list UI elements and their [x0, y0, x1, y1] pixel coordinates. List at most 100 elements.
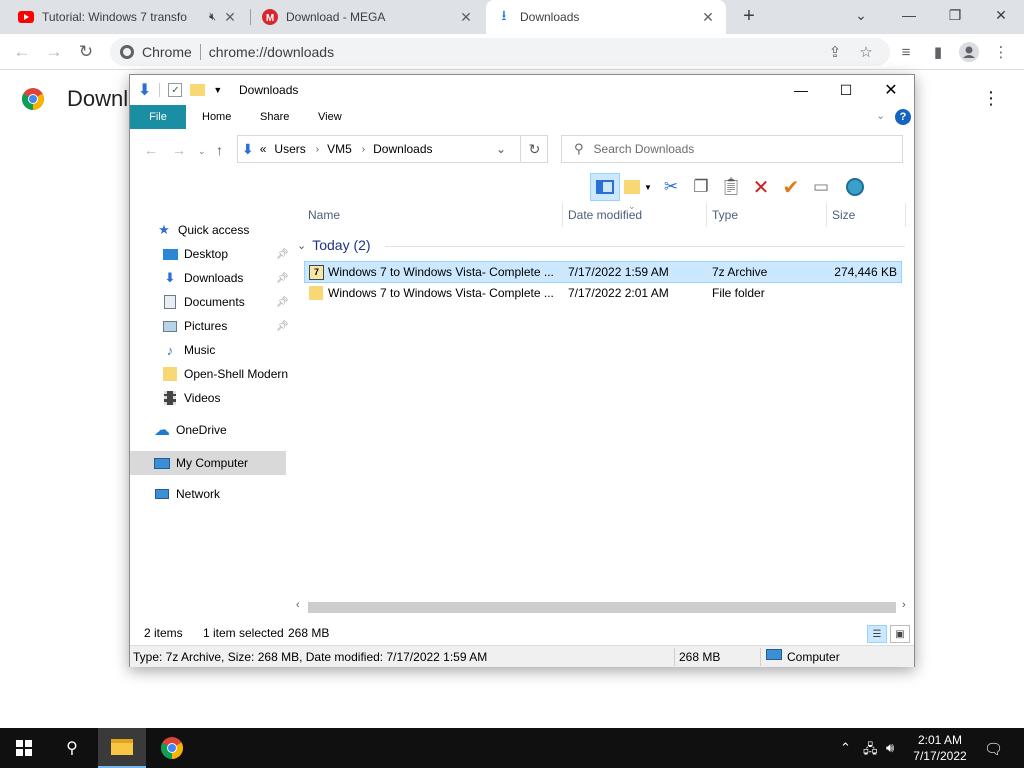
- refresh-button[interactable]: ↻: [520, 136, 548, 162]
- share-icon[interactable]: ⇪: [824, 41, 846, 63]
- back-arrow-icon[interactable]: ←: [144, 142, 158, 158]
- properties-icon[interactable]: ✓: [168, 83, 183, 97]
- tab-mega[interactable]: M Download - MEGA ✕: [252, 0, 484, 34]
- taskbar-file-explorer[interactable]: [98, 728, 146, 768]
- tab-downloads[interactable]: ⭳ Downloads ✕: [486, 0, 726, 34]
- nav-pictures[interactable]: Pictures 📌︎: [162, 315, 290, 337]
- new-tab-button[interactable]: +: [738, 5, 760, 27]
- preview-pane-icon[interactable]: [590, 173, 620, 201]
- qat-dropdown-icon[interactable]: ▼: [213, 85, 222, 95]
- column-separator[interactable]: [706, 203, 707, 227]
- file-type: File folder: [712, 286, 765, 300]
- address-dropdown-icon[interactable]: ⌄: [496, 142, 506, 156]
- column-size[interactable]: Size: [832, 203, 855, 227]
- crumb-overflow[interactable]: «: [260, 142, 267, 156]
- tab-youtube[interactable]: Tutorial: Windows 7 transfo 🔇︎ ✕: [8, 0, 248, 34]
- file-row-folder[interactable]: Windows 7 to Windows Vista- Complete ...…: [304, 283, 902, 305]
- page-more-icon[interactable]: ⋮: [982, 88, 1000, 109]
- column-separator[interactable]: [562, 203, 563, 227]
- mega-icon: M: [262, 9, 278, 25]
- nav-open-shell[interactable]: Open-Shell Modern: [162, 363, 290, 385]
- restore-button[interactable]: ❐: [932, 0, 978, 30]
- nav-my-computer[interactable]: My Computer: [130, 451, 286, 475]
- globe-icon[interactable]: [840, 173, 870, 201]
- navigation-pane: ★ Quick access Desktop 📌︎ ⬇ Downloads 📌︎…: [130, 203, 290, 601]
- scroll-left-icon[interactable]: ‹: [296, 599, 300, 611]
- forward-button[interactable]: →: [42, 40, 66, 64]
- volume-icon[interactable]: 🔊︎: [886, 740, 894, 756]
- copy-icon[interactable]: ❐: [686, 173, 716, 201]
- column-separator[interactable]: [905, 203, 906, 227]
- details-view-icon[interactable]: ☰: [867, 625, 887, 643]
- address-bar[interactable]: Chrome chrome://downloads: [110, 38, 890, 66]
- network-tray-icon[interactable]: 🖧︎: [863, 740, 878, 762]
- file-row-archive[interactable]: 7 Windows 7 to Windows Vista- Complete .…: [304, 261, 902, 283]
- nav-documents[interactable]: Documents 📌︎: [162, 291, 290, 313]
- up-arrow-icon[interactable]: ↑: [216, 142, 223, 158]
- nav-desktop[interactable]: Desktop 📌︎: [162, 243, 290, 265]
- qat-divider: [159, 83, 161, 97]
- nav-onedrive[interactable]: ☁ OneDrive: [154, 419, 227, 441]
- crumb-vm5[interactable]: VM5: [327, 142, 352, 156]
- nav-network[interactable]: Network: [154, 483, 220, 505]
- explorer-minimize-button[interactable]: —: [778, 75, 824, 105]
- crumb-chevron-icon[interactable]: ›: [362, 144, 365, 155]
- crumb-downloads[interactable]: Downloads: [373, 142, 432, 156]
- nav-music[interactable]: ♪ Music: [162, 339, 216, 361]
- taskbar-search-icon[interactable]: ⚲: [48, 728, 96, 768]
- column-name[interactable]: Name: [308, 203, 340, 227]
- tab-share[interactable]: Share: [248, 105, 301, 129]
- taskbar-clock[interactable]: 2:01 AM 7/17/2022: [908, 732, 972, 764]
- folder-icon: [162, 366, 178, 382]
- close-icon[interactable]: ✕: [700, 9, 716, 26]
- notifications-icon[interactable]: 🗨︎: [984, 740, 1003, 758]
- address-box[interactable]: ⬇ « Users › VM5 › Downloads ⌄: [237, 135, 548, 163]
- scrollbar-thumb[interactable]: [308, 602, 896, 613]
- media-queue-icon[interactable]: ≡: [895, 41, 917, 63]
- horizontal-scrollbar[interactable]: ‹ ›: [292, 599, 914, 616]
- large-icons-view-icon[interactable]: ▣: [890, 625, 910, 643]
- explorer-maximize-button[interactable]: ☐: [823, 75, 869, 105]
- show-hidden-icons-chevron[interactable]: ⌃: [840, 740, 851, 756]
- group-header-today[interactable]: ⌄ Today (2): [297, 237, 905, 253]
- crumb-users[interactable]: Users: [274, 142, 305, 156]
- help-icon[interactable]: ?: [895, 109, 911, 125]
- properties-box-icon[interactable]: ▭: [806, 173, 836, 201]
- profile-avatar[interactable]: [958, 41, 980, 63]
- new-item-icon[interactable]: ▼: [620, 173, 656, 201]
- minimize-button[interactable]: —: [886, 0, 932, 30]
- back-button[interactable]: ←: [10, 40, 34, 64]
- scroll-right-icon[interactable]: ›: [902, 599, 906, 611]
- delete-icon[interactable]: ✕: [746, 173, 776, 201]
- nav-videos[interactable]: Videos: [162, 387, 220, 409]
- nav-quick-access[interactable]: ★ Quick access: [156, 219, 249, 241]
- close-window-button[interactable]: ✕: [978, 0, 1024, 30]
- chrome-menu-icon[interactable]: ⋮: [990, 41, 1012, 63]
- speaker-muted-icon[interactable]: 🔇︎: [209, 11, 216, 24]
- column-separator[interactable]: [826, 203, 827, 227]
- tab-search-chevron-icon[interactable]: ⌄: [838, 0, 884, 30]
- close-icon[interactable]: ✕: [458, 9, 474, 26]
- tab-file[interactable]: File: [130, 105, 186, 129]
- side-panel-icon[interactable]: ▮: [927, 41, 949, 63]
- reload-button[interactable]: ↻: [74, 40, 98, 64]
- new-folder-icon[interactable]: [190, 84, 206, 96]
- rename-check-icon[interactable]: ✔: [776, 173, 806, 201]
- close-icon[interactable]: ✕: [222, 9, 238, 26]
- paste-icon[interactable]: 📋︎: [716, 173, 746, 201]
- explorer-close-button[interactable]: ✕: [868, 75, 914, 105]
- recent-locations-icon[interactable]: ⌄: [198, 146, 206, 157]
- bookmark-star-icon[interactable]: ☆: [855, 41, 877, 63]
- collapse-chevron-icon[interactable]: ⌄: [297, 239, 306, 252]
- forward-arrow-icon[interactable]: →: [172, 142, 186, 158]
- tab-home[interactable]: Home: [190, 105, 243, 129]
- cut-icon[interactable]: ✂: [656, 173, 686, 201]
- search-input[interactable]: ⚲ Search Downloads: [561, 135, 903, 163]
- column-type[interactable]: Type: [712, 203, 738, 227]
- ribbon-expand-icon[interactable]: ⌄: [876, 109, 885, 122]
- crumb-chevron-icon[interactable]: ›: [316, 144, 319, 155]
- taskbar-chrome[interactable]: [148, 728, 196, 768]
- start-button[interactable]: [0, 728, 48, 768]
- tab-view[interactable]: View: [306, 105, 354, 129]
- nav-downloads[interactable]: ⬇ Downloads 📌︎: [162, 267, 290, 289]
